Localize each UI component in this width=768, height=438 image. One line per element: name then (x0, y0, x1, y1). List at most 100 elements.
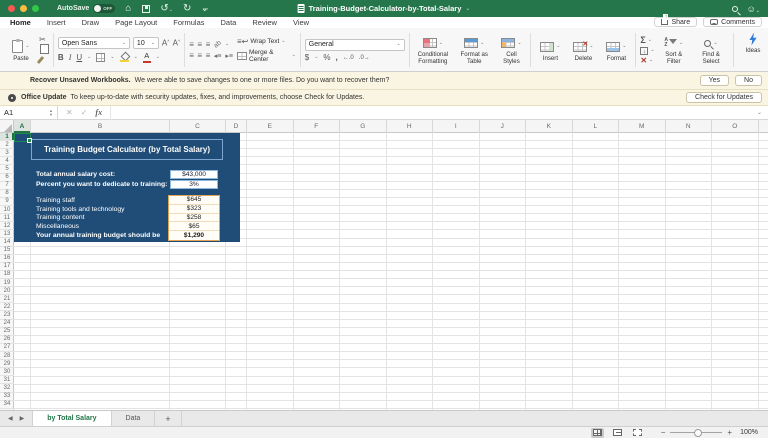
column-header-i[interactable]: I (433, 120, 480, 133)
column-header-b[interactable]: B (31, 120, 170, 133)
output-cell-1[interactable]: $645 (169, 196, 219, 205)
increase-decimal-button[interactable]: ←.0 (343, 55, 354, 61)
menu-tab-review[interactable]: Review (252, 18, 277, 28)
input-cell-2[interactable]: 3% (170, 179, 218, 189)
align-middle-button[interactable]: ≡ (197, 40, 202, 49)
close-window-button[interactable] (8, 5, 15, 12)
row-header-3[interactable]: 3 (0, 149, 14, 158)
row-header-33[interactable]: 33 (0, 393, 14, 401)
row-header-21[interactable]: 21 (0, 295, 14, 304)
insert-function-icon[interactable]: fx (95, 108, 102, 117)
column-header-o[interactable]: O (712, 120, 759, 133)
home-icon[interactable]: ⌂ (125, 0, 131, 17)
row-header-12[interactable]: 12 (0, 222, 14, 231)
input-cell-1[interactable]: $43,000 (170, 169, 218, 179)
menu-tab-draw[interactable]: Draw (82, 18, 100, 28)
cut-icon[interactable]: ✂ (39, 36, 49, 44)
column-header-c[interactable]: C (170, 120, 226, 133)
output-cell-3[interactable]: $258 (169, 214, 219, 223)
menu-tab-formulas[interactable]: Formulas (173, 18, 204, 28)
find-select-button[interactable]: ⌄ Find & Select (693, 34, 729, 66)
minimize-window-button[interactable] (20, 5, 27, 12)
format-cells-button[interactable]: ⌄ Format (601, 38, 631, 63)
wrap-text-button[interactable]: ≡↩ Wrap Text ⌄ (237, 37, 296, 46)
save-icon[interactable] (142, 4, 151, 13)
column-header-f[interactable]: F (294, 120, 340, 133)
insert-cells-button[interactable]: ⌄ Insert (535, 38, 565, 63)
decrease-indent-button[interactable]: ◂≡ (214, 52, 222, 60)
menu-tab-insert[interactable]: Insert (47, 18, 66, 28)
paste-button[interactable]: ⌄ Paste (6, 38, 36, 63)
row-header-26[interactable]: 26 (0, 336, 14, 344)
column-header-m[interactable]: M (619, 120, 666, 133)
row-header-17[interactable]: 17 (0, 263, 14, 271)
cell-styles-button[interactable]: ⌄ Cell Styles (496, 34, 526, 66)
percent-format-button[interactable]: % (323, 53, 330, 62)
autosum-icon[interactable]: Σ (640, 35, 645, 45)
zoom-out-button[interactable]: − (661, 428, 666, 437)
row-header-13[interactable]: 13 (0, 230, 14, 239)
column-header-j[interactable]: J (480, 120, 526, 133)
autosave-toggle[interactable]: OFF (93, 4, 116, 13)
comments-button[interactable]: Comments (703, 17, 762, 27)
row-header-25[interactable]: 25 (0, 328, 14, 336)
font-size-select[interactable]: 10 ⌄ (132, 37, 159, 50)
row-header-6[interactable]: 6 (0, 174, 14, 182)
row-header-30[interactable]: 30 (0, 368, 14, 377)
column-header-h[interactable]: H (387, 120, 433, 133)
menu-tab-view[interactable]: View (293, 18, 309, 28)
row-header-8[interactable]: 8 (0, 190, 14, 198)
align-top-button[interactable]: ≡ (189, 40, 194, 49)
undo-icon[interactable]: ↺⌄ (160, 0, 173, 17)
name-box[interactable]: A1 ▲ ▼ (0, 105, 58, 120)
row-header-15[interactable]: 15 (0, 247, 14, 255)
prev-sheet-arrow-icon[interactable]: ◀ (8, 415, 13, 422)
align-right-button[interactable]: ≡ (206, 51, 211, 60)
column-header-n[interactable]: N (666, 120, 712, 133)
zoom-slider-knob[interactable] (693, 428, 702, 437)
feedback-smiley-icon[interactable]: ☺⌄ (747, 4, 760, 14)
zoom-in-button[interactable]: + (727, 428, 732, 437)
align-center-button[interactable]: ≡ (197, 51, 202, 60)
row-header-32[interactable]: 32 (0, 384, 14, 393)
sheet-tab-data[interactable]: Data (112, 411, 156, 426)
name-box-stepper[interactable]: ▲ ▼ (49, 109, 53, 116)
document-title-group[interactable]: Training-Budget-Calculator-by-Total-Sala… (297, 4, 470, 13)
output-cell-4[interactable]: $65 (169, 222, 219, 232)
align-left-button[interactable]: ≡ (189, 51, 194, 60)
cancel-entry-icon[interactable]: ✕ (66, 108, 73, 117)
row-header-22[interactable]: 22 (0, 303, 14, 312)
column-header-a[interactable]: A (14, 120, 31, 133)
merge-center-button[interactable]: Merge & Center ⌄ (236, 49, 296, 63)
copy-icon[interactable] (40, 44, 49, 54)
maximize-window-button[interactable] (32, 5, 39, 12)
row-header-29[interactable]: 29 (0, 360, 14, 369)
orientation-button[interactable]: ab (212, 39, 222, 49)
expand-formula-bar-icon[interactable]: ⌄ (757, 109, 762, 116)
row-header-11[interactable]: 11 (0, 214, 14, 223)
row-header-28[interactable]: 28 (0, 352, 14, 361)
row-header-10[interactable]: 10 (0, 206, 14, 215)
confirm-entry-icon[interactable]: ✓ (81, 108, 88, 117)
menu-tab-home[interactable]: Home (8, 18, 33, 30)
row-header-18[interactable]: 18 (0, 271, 14, 279)
row-header-9[interactable]: 9 (0, 198, 14, 206)
font-color-button[interactable]: A (142, 52, 151, 63)
selected-cell-a1[interactable] (14, 133, 32, 143)
row-header-27[interactable]: 27 (0, 344, 14, 352)
page-break-view-button[interactable] (631, 428, 644, 438)
row-header-19[interactable]: 19 (0, 279, 14, 288)
row-header-34[interactable]: 34 (0, 401, 14, 409)
column-header-k[interactable]: K (526, 120, 573, 133)
check-for-updates-button[interactable]: Check for Updates (686, 92, 762, 103)
row-header-20[interactable]: 20 (0, 287, 14, 296)
normal-view-button[interactable] (590, 427, 604, 438)
row-header-16[interactable]: 16 (0, 255, 14, 263)
italic-button[interactable]: I (69, 53, 72, 62)
column-header-d[interactable]: D (226, 120, 247, 133)
row-header-1[interactable]: 1 (0, 133, 14, 142)
underline-button[interactable]: U (76, 53, 82, 62)
column-header-l[interactable]: L (573, 120, 619, 133)
comma-format-button[interactable]: , (336, 53, 338, 62)
row-header-24[interactable]: 24 (0, 320, 14, 328)
